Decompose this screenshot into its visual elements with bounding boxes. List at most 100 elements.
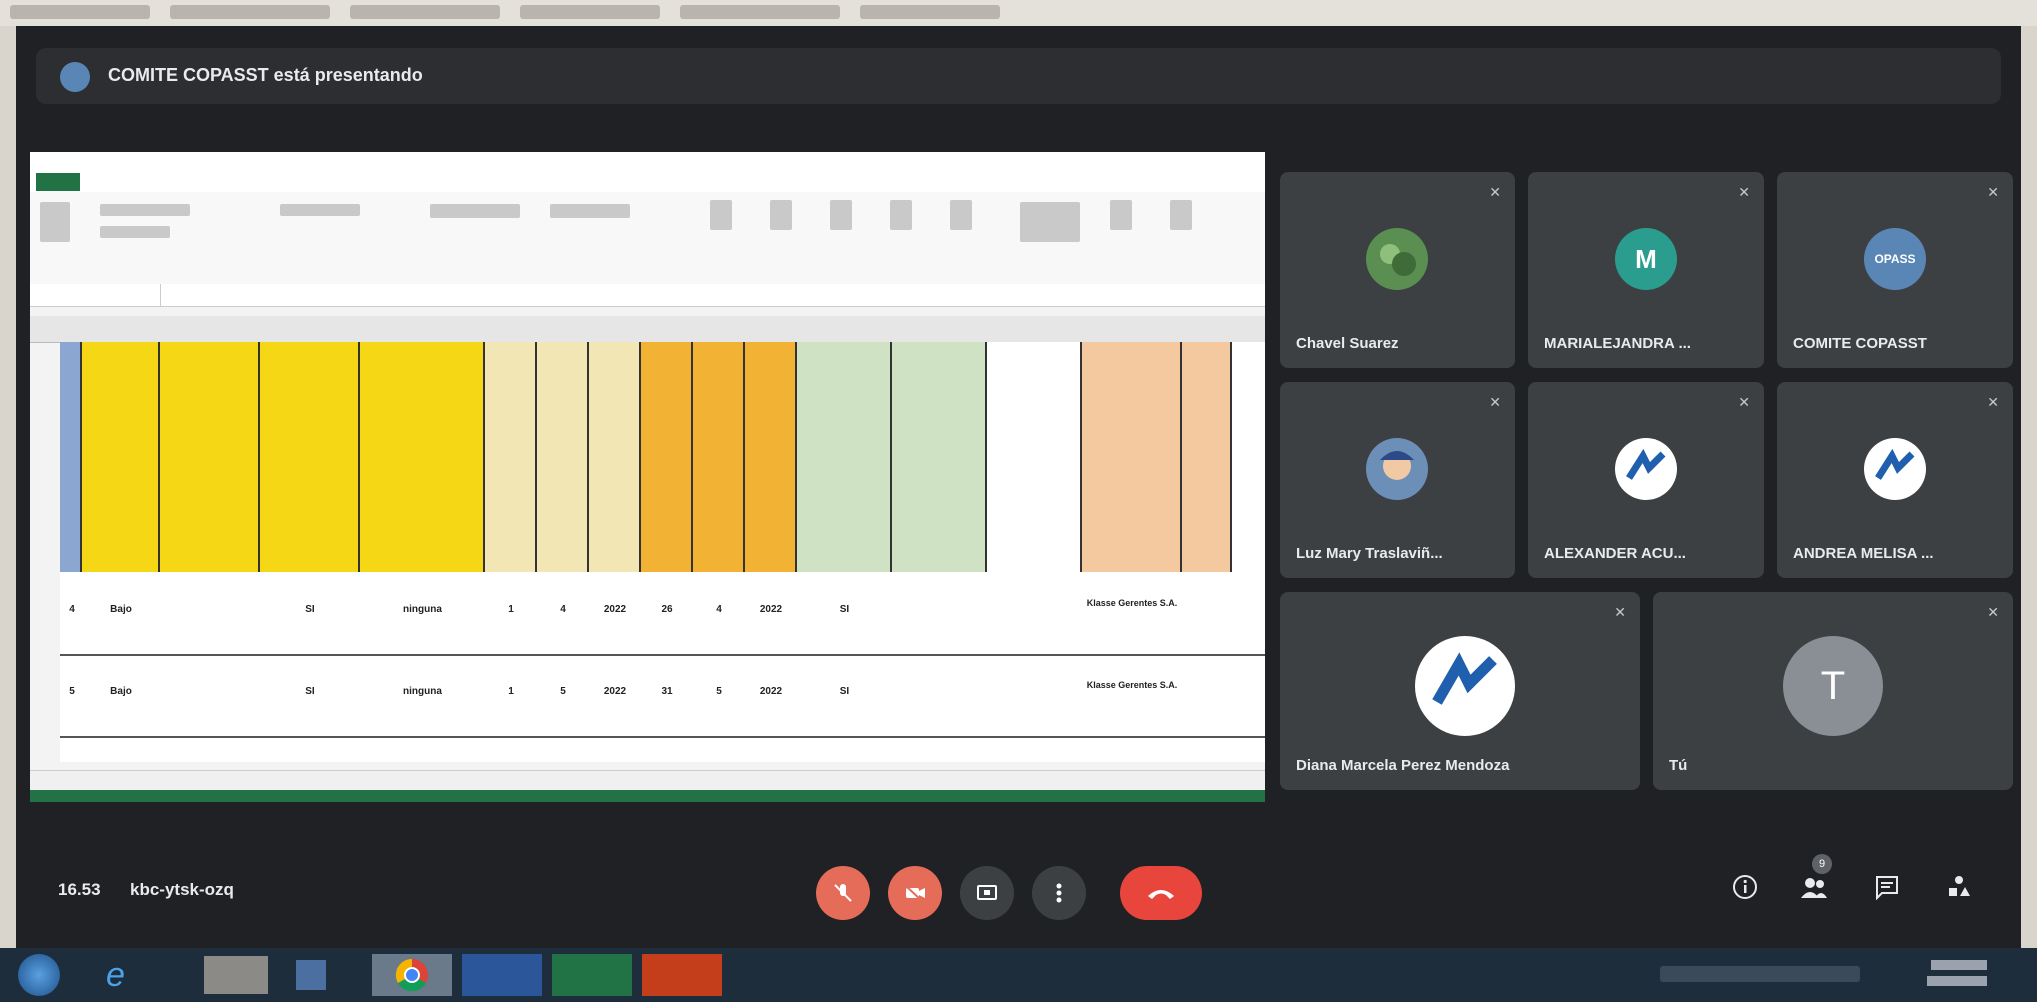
cell: 4 — [560, 604, 566, 615]
cartoon-avatar-icon — [1366, 438, 1428, 500]
cell: 1 — [508, 686, 514, 697]
header-cell — [537, 342, 589, 572]
participant-name: COMITE COPASST — [1793, 335, 1927, 352]
mic-off-icon — [834, 884, 852, 902]
leave-call-button[interactable] — [1120, 866, 1202, 920]
powerpoint-icon[interactable] — [642, 954, 722, 996]
participant-tile[interactable]: ✕ Chavel Suarez — [1280, 172, 1515, 368]
people-icon — [1801, 878, 1827, 898]
presenter-banner: COMITE COPASST está presentando — [36, 48, 2001, 104]
cell: 26 — [661, 604, 673, 615]
present-screen-button[interactable] — [960, 866, 1014, 920]
cell: 5 — [716, 686, 722, 697]
avatar: OPASS — [1864, 228, 1926, 290]
mic-off-icon: ✕ — [1738, 394, 1750, 410]
excel-status-bar — [30, 790, 1265, 802]
leaf-avatar-icon — [1366, 228, 1428, 290]
cell: 2022 — [603, 604, 627, 615]
participant-name: Chavel Suarez — [1296, 335, 1399, 352]
cell: 2022 — [603, 686, 627, 697]
participant-name: Luz Mary Traslaviñ... — [1296, 545, 1443, 562]
participant-tile[interactable]: ✕ ANDREA MELISA ... — [1777, 382, 2013, 578]
participant-tile[interactable]: ✕ Diana Marcela Perez Mendoza — [1280, 592, 1640, 790]
avatar — [1415, 636, 1515, 736]
media-player-icon[interactable] — [296, 960, 326, 990]
row-number: 4 — [69, 604, 75, 615]
excel-grid: 4 Bajo SI ninguna 1 4 2022 26 4 2022 SI … — [60, 342, 1265, 762]
participant-tile[interactable]: ✕ ALEXANDER ACU... — [1528, 382, 1764, 578]
cell: SI — [839, 604, 850, 615]
camera-toggle-button[interactable] — [888, 866, 942, 920]
participant-tile[interactable]: ✕ M MARIALEJANDRA ... — [1528, 172, 1764, 368]
cell: ninguna — [403, 604, 442, 615]
mic-off-icon: ✕ — [1987, 394, 1999, 410]
info-icon — [1733, 875, 1757, 899]
mic-off-icon: ✕ — [1987, 604, 1999, 620]
chrome-icon — [395, 958, 428, 992]
company-logo-icon — [1416, 637, 1514, 735]
excel-formula-bar — [30, 284, 1265, 307]
mic-off-icon: ✕ — [1738, 184, 1750, 200]
word-icon[interactable] — [462, 954, 542, 996]
meeting-details-button[interactable] — [1732, 874, 1758, 907]
meet-window: COMITE COPASST está presentando 4 Bajo S… — [16, 26, 2021, 948]
header-cell — [1182, 342, 1232, 572]
meeting-clock: 16.53 — [58, 880, 101, 899]
cell: 2022 — [759, 604, 783, 615]
risk-level-cell: Bajo — [110, 604, 132, 615]
avatar — [1366, 438, 1428, 500]
more-vert-icon — [1056, 883, 1062, 903]
header-cell — [745, 342, 797, 572]
cell: ninguna — [403, 686, 442, 697]
header-cell — [360, 342, 485, 572]
participant-tile[interactable]: ✕ Luz Mary Traslaviñ... — [1280, 382, 1515, 578]
mic-off-icon: ✕ — [1489, 184, 1501, 200]
activities-button[interactable] — [1946, 874, 1972, 907]
header-cell — [892, 342, 987, 572]
file-explorer-icon[interactable] — [204, 956, 268, 994]
cell: 31 — [661, 686, 673, 697]
table-row: 4 Bajo SI ninguna 1 4 2022 26 4 2022 SI … — [60, 572, 1265, 656]
internet-explorer-icon[interactable]: e — [106, 956, 125, 994]
company-logo-icon — [1865, 439, 1925, 499]
chat-icon — [1876, 876, 1898, 901]
chrome-taskbar-button[interactable] — [372, 954, 452, 996]
more-options-button[interactable] — [1032, 866, 1086, 920]
header-cell — [641, 342, 693, 572]
excel-icon[interactable] — [552, 954, 632, 996]
microphone-toggle-button[interactable] — [816, 866, 870, 920]
participants-button[interactable]: 9 — [1800, 854, 1832, 907]
participant-count-badge: 9 — [1812, 854, 1832, 874]
mic-off-icon: ✕ — [1987, 184, 1999, 200]
hang-up-icon — [1148, 890, 1174, 899]
header-cell — [987, 342, 1082, 572]
excel-file-tab — [36, 173, 80, 191]
participant-name: Tú — [1669, 757, 1688, 774]
meeting-controls-bar: 16.53 kbc-ytsk-ozq 9 — [16, 836, 2021, 946]
participant-name: ALEXANDER ACU... — [1544, 545, 1686, 562]
system-tray — [1660, 966, 1860, 982]
header-cell — [260, 342, 360, 572]
participant-tile-self[interactable]: ✕ T Tú — [1653, 592, 2013, 790]
excel-title-bar — [30, 152, 1265, 172]
windows-taskbar: e — [0, 948, 2037, 1002]
meeting-code: kbc-ytsk-ozq — [130, 880, 234, 899]
participant-name: MARIALEJANDRA ... — [1544, 335, 1691, 352]
header-cell — [589, 342, 641, 572]
avatar — [1615, 438, 1677, 500]
cell: 5 — [560, 686, 566, 697]
cell: SI — [839, 686, 850, 697]
header-cell — [60, 342, 82, 572]
cell: 1 — [508, 604, 514, 615]
company-cell: Klasse Gerentes S.A. — [1086, 680, 1178, 690]
start-button[interactable] — [18, 954, 60, 996]
avatar — [1864, 438, 1926, 500]
chat-button[interactable] — [1874, 874, 1900, 907]
mic-off-icon: ✕ — [1614, 604, 1626, 620]
company-cell: Klasse Gerentes S.A. — [1086, 598, 1178, 608]
bookmarks-bar — [0, 0, 2037, 26]
avatar: M — [1615, 228, 1677, 290]
risk-level-cell: Bajo — [110, 686, 132, 697]
participant-tile[interactable]: ✕ OPASS COMITE COPASST — [1777, 172, 2013, 368]
presenter-banner-text: COMITE COPASST está presentando — [108, 65, 423, 85]
